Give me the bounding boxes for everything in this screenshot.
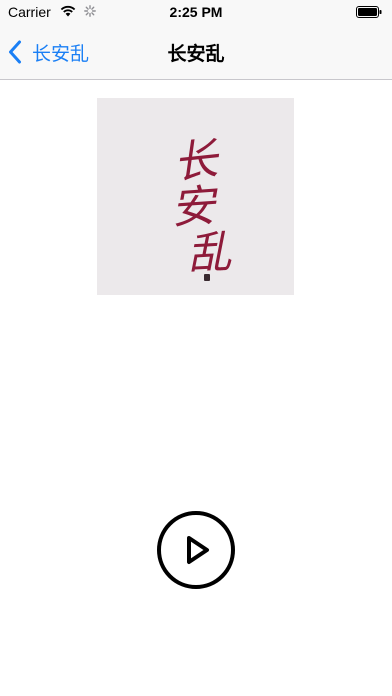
clock-label: 2:25 PM <box>169 4 223 20</box>
svg-text:乱: 乱 <box>186 227 234 280</box>
calligraphy-artwork: 长 安 乱 <box>169 134 234 281</box>
screen: Carrier 2:25 PM 长安乱 长安乱 长 安 乱 <box>0 0 392 696</box>
play-button[interactable] <box>156 510 236 590</box>
svg-text:安: 安 <box>169 180 220 234</box>
album-cover-image: 长 安 乱 <box>97 98 294 295</box>
play-icon <box>157 511 235 589</box>
status-bar: Carrier 2:25 PM <box>0 0 392 24</box>
navigation-bar: 长安乱 长安乱 <box>0 24 392 80</box>
page-title: 长安乱 <box>167 43 225 65</box>
battery-icon <box>356 6 382 18</box>
